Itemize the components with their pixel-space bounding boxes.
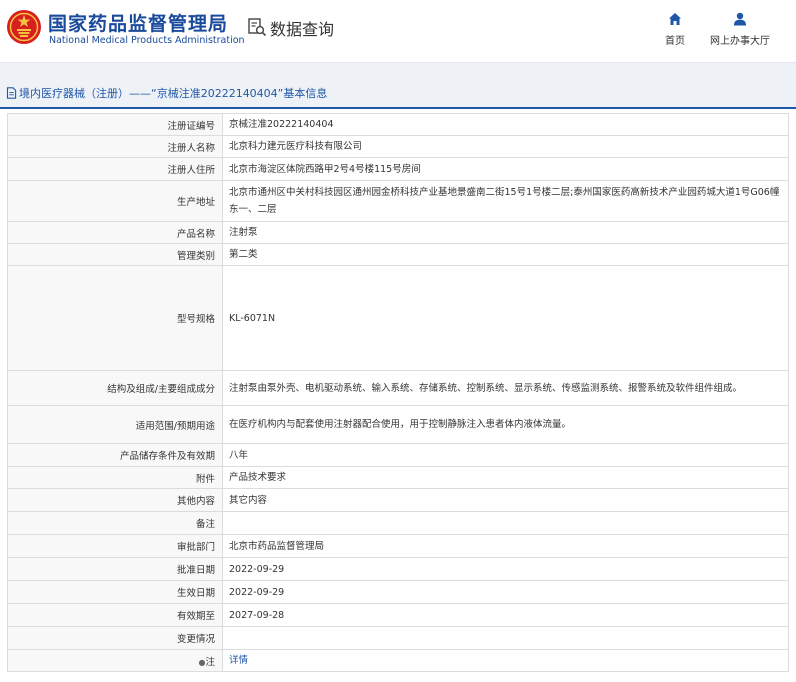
row-value: 注射泵	[222, 221, 789, 244]
nav-online-hall-label: 网上办事大厅	[710, 36, 770, 47]
row-value: KL-6071N	[222, 265, 789, 371]
row-value: 注射泵由泵外壳、电机驱动系统、输入系统、存储系统、控制系统、显示系统、传感监测系…	[222, 370, 789, 406]
section-title: 境内医疗器械（注册）——“京械注准20222140404”基本信息	[19, 87, 328, 100]
note-value-cell: 详情	[222, 649, 789, 672]
note-label: 注	[205, 656, 215, 668]
table-row: 注册证编号 京械注准20222140404	[7, 113, 789, 136]
row-value: 2027-09-28	[222, 603, 789, 627]
table-row: 结构及组成/主要组成成分 注射泵由泵外壳、电机驱动系统、输入系统、存储系统、控制…	[7, 370, 789, 406]
table-row: 注册人名称 北京科力建元医疗科技有限公司	[7, 135, 789, 158]
row-label: 注册人名称	[7, 135, 223, 158]
row-label: 管理类别	[7, 243, 223, 266]
table-row: 型号规格 KL-6071N	[7, 265, 789, 371]
document-icon	[6, 87, 17, 99]
row-label: 产品储存条件及有效期	[7, 443, 223, 467]
data-query-icon	[248, 18, 267, 37]
site-title: 国家药品监督管理局	[48, 13, 229, 35]
row-value: 北京市药品监督管理局	[222, 534, 789, 558]
row-label: 其他内容	[7, 488, 223, 512]
row-label: 结构及组成/主要组成成分	[7, 370, 223, 406]
row-label: 有效期至	[7, 603, 223, 627]
note-label-cell: ●注	[7, 649, 223, 672]
row-value: 产品技术要求	[222, 466, 789, 489]
row-value: 八年	[222, 443, 789, 467]
table-row: 其他内容 其它内容	[7, 488, 789, 512]
row-label: 适用范围/预期用途	[7, 405, 223, 444]
table-row: 适用范围/预期用途 在医疗机构内与配套使用注射器配合使用，用于控制静脉注入患者体…	[7, 405, 789, 444]
site-header: 国家药品监督管理局 National Medical Products Admi…	[0, 0, 796, 62]
row-label: 注册证编号	[7, 113, 223, 136]
section-header: 境内医疗器械（注册）——“京械注准20222140404”基本信息	[0, 79, 796, 109]
row-label: 变更情况	[7, 626, 223, 650]
table-row: 产品储存条件及有效期 八年	[7, 443, 789, 467]
row-value: 北京市通州区中关村科技园区通州园金桥科技产业基地景盛南二街15号1号楼二层;泰州…	[222, 180, 789, 222]
nav-home-link[interactable]: 首页	[660, 12, 690, 47]
row-label: 注册人住所	[7, 157, 223, 181]
site-subtitle: National Medical Products Administration	[49, 35, 245, 46]
row-value: 其它内容	[222, 488, 789, 512]
home-icon	[669, 13, 681, 25]
row-label: 备注	[7, 511, 223, 535]
row-value: 北京市海淀区体院西路甲2号4号楼115号房间	[222, 157, 789, 181]
row-value: 北京科力建元医疗科技有限公司	[222, 135, 789, 158]
header-divider	[0, 62, 796, 79]
device-info-table: 注册证编号 京械注准20222140404 注册人名称 北京科力建元医疗科技有限…	[7, 113, 789, 672]
data-query-title: 数据查询	[270, 20, 335, 39]
national-emblem-icon	[7, 10, 41, 44]
table-row-note: ●注 详情	[7, 649, 789, 672]
table-row: 备注	[7, 511, 789, 535]
detail-link[interactable]: 详情	[229, 655, 248, 666]
row-value: 2022-09-29	[222, 557, 789, 581]
user-icon	[734, 12, 746, 26]
row-value: 在医疗机构内与配套使用注射器配合使用，用于控制静脉注入患者体内液体流量。	[222, 405, 789, 444]
nav-online-hall-link[interactable]: 网上办事大厅	[708, 12, 772, 47]
row-label: 审批部门	[7, 534, 223, 558]
row-value	[222, 511, 789, 535]
table-row: 注册人住所 北京市海淀区体院西路甲2号4号楼115号房间	[7, 157, 789, 181]
table-row: 有效期至 2027-09-28	[7, 603, 789, 627]
row-label: 生产地址	[7, 180, 223, 222]
table-row: 产品名称 注射泵	[7, 221, 789, 244]
row-label: 生效日期	[7, 580, 223, 604]
row-label: 附件	[7, 466, 223, 489]
table-row: 管理类别 第二类	[7, 243, 789, 266]
row-label: 产品名称	[7, 221, 223, 244]
row-value: 2022-09-29	[222, 580, 789, 604]
nav-home-label: 首页	[665, 36, 685, 47]
table-row: 审批部门 北京市药品监督管理局	[7, 534, 789, 558]
table-row: 生产地址 北京市通州区中关村科技园区通州园金桥科技产业基地景盛南二街15号1号楼…	[7, 180, 789, 222]
row-value: 京械注准20222140404	[222, 113, 789, 136]
table-row: 附件 产品技术要求	[7, 466, 789, 489]
table-row: 生效日期 2022-09-29	[7, 580, 789, 604]
row-label: 型号规格	[7, 265, 223, 371]
row-value: 第二类	[222, 243, 789, 266]
table-row: 变更情况	[7, 626, 789, 650]
table-row: 批准日期 2022-09-29	[7, 557, 789, 581]
row-value	[222, 626, 789, 650]
row-label: 批准日期	[7, 557, 223, 581]
